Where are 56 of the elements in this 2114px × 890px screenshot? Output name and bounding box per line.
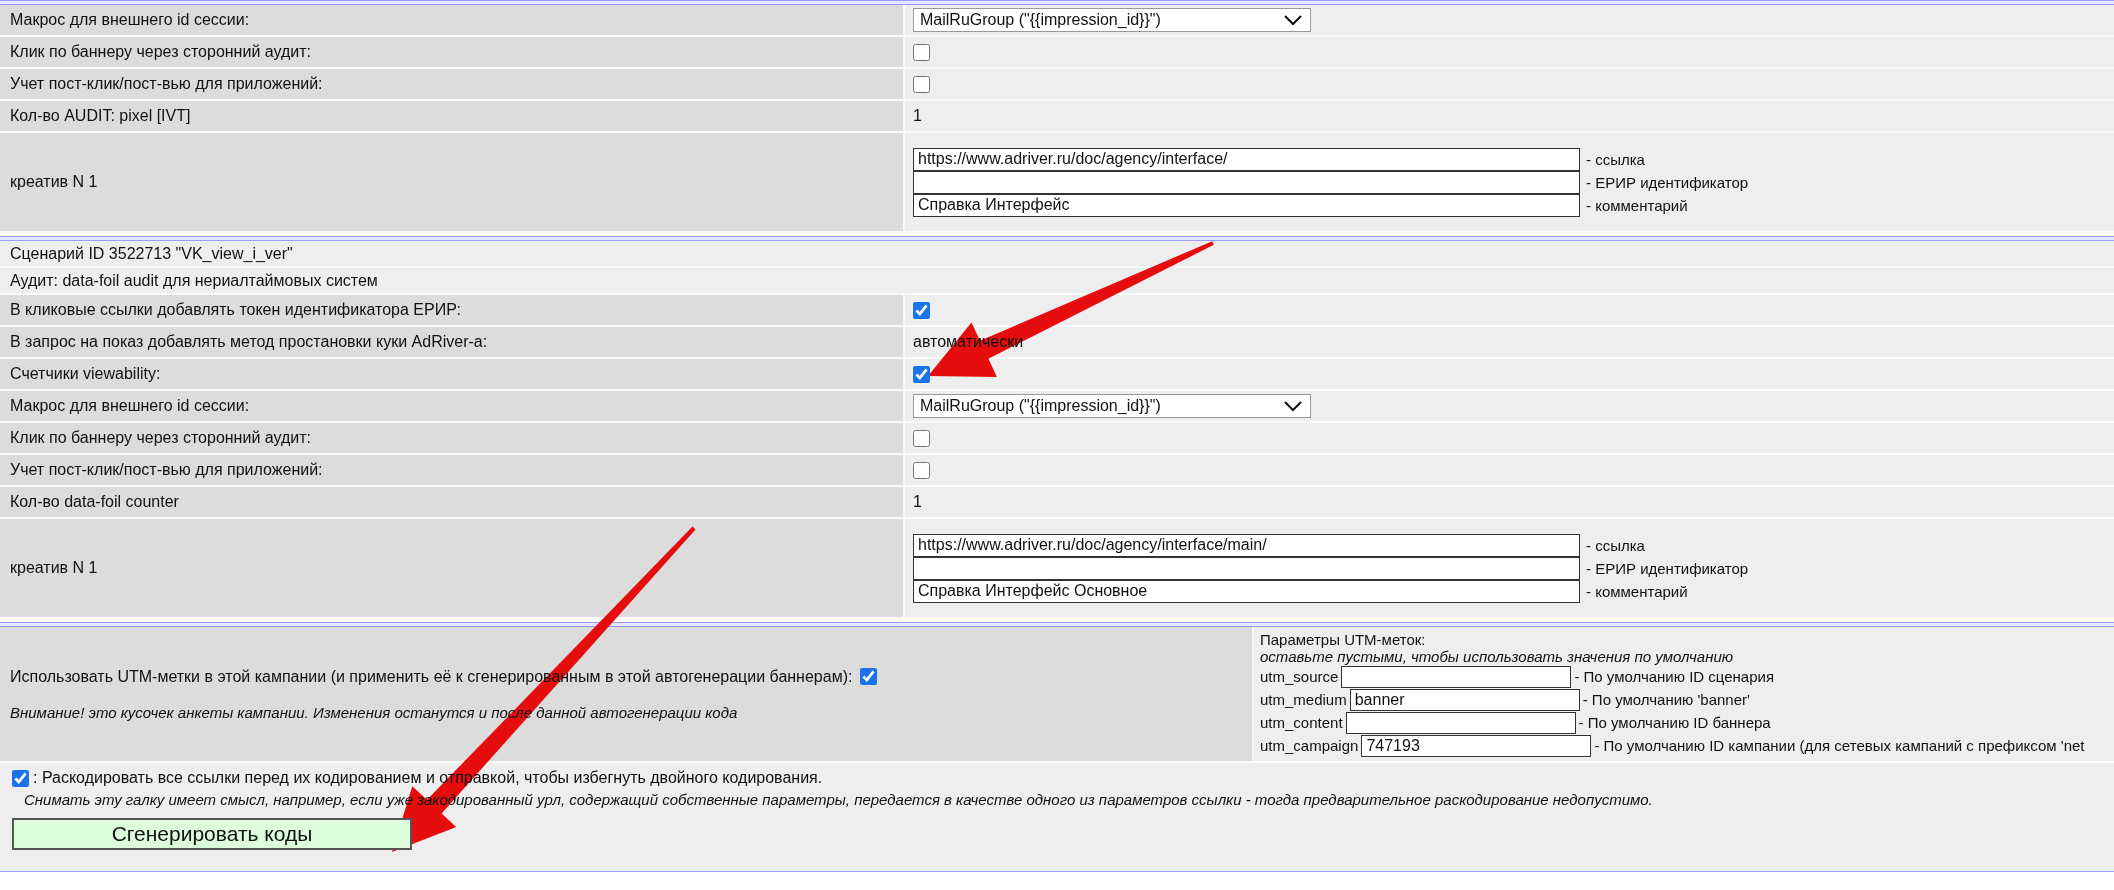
checkbox[interactable] bbox=[860, 668, 878, 685]
param-hint: - По умолчанию 'banner' bbox=[1582, 691, 1750, 708]
field-label: креатив N 1 bbox=[10, 173, 98, 191]
checkbox[interactable] bbox=[913, 301, 930, 319]
field-label: Клик по баннеру через сторонний аудит: bbox=[10, 429, 311, 447]
scenario-title: Сценарий ID 3522713 "VK_view_i_ver" bbox=[10, 244, 293, 263]
field-caption: - ссылка bbox=[1585, 536, 1646, 554]
utm-params-hint: оставьте пустыми, чтобы использовать значения по умолчанию bbox=[1260, 648, 1734, 665]
field-label: Учет пост-клик/пост-вью для приложений: bbox=[10, 75, 323, 93]
field-caption: - комментарий bbox=[1585, 196, 1689, 214]
param-name: utm_campaign bbox=[1260, 737, 1359, 754]
field-label: Клик по баннеру через сторонний аудит: bbox=[10, 43, 311, 61]
field-caption: - ссылка bbox=[1585, 150, 1646, 168]
field-label: Учет пост-клик/пост-вью для приложений: bbox=[10, 461, 323, 479]
checkbox[interactable] bbox=[913, 429, 930, 447]
field-label: В кликовые ссылки добавлять токен идентификатора ЕРИР: bbox=[10, 301, 461, 319]
param-hint: - По умолчанию ID сценария bbox=[1574, 668, 1775, 685]
text-input[interactable] bbox=[913, 556, 1580, 580]
param-name: utm_source bbox=[1260, 668, 1339, 685]
text-input[interactable]: Справка Интерфейс bbox=[913, 193, 1580, 217]
field-label: В запрос на показ добавлять метод простановки куки AdRiver-а: bbox=[10, 333, 488, 351]
param-name: utm_medium bbox=[1260, 691, 1347, 708]
param-name: utm_content bbox=[1260, 714, 1343, 731]
field-label: Макрос для внешнего id сессии: bbox=[10, 11, 250, 29]
generate-codes-button[interactable]: Сгенерировать коды bbox=[12, 818, 412, 850]
field-label: Счетчики viewability: bbox=[10, 365, 161, 383]
field-label: Макрос для внешнего id сессии: bbox=[10, 397, 250, 415]
checkbox[interactable] bbox=[913, 75, 930, 93]
field-caption: - комментарий bbox=[1585, 582, 1689, 600]
utm-params-title: Параметры UTM-меток: bbox=[1260, 631, 1427, 648]
chevron-icon bbox=[1282, 399, 1304, 413]
checkbox[interactable] bbox=[913, 461, 930, 479]
field-label: Кол-во data-foil counter bbox=[10, 493, 179, 511]
text-input[interactable] bbox=[1341, 665, 1572, 688]
field-label: Кол-во AUDIT: pixel [IVT] bbox=[10, 107, 191, 125]
checkbox[interactable] bbox=[12, 769, 29, 787]
param-hint: - По умолчанию ID кампании (для сетевых кампаний с префиксом 'net bbox=[1594, 737, 2085, 754]
text-input[interactable]: 747193 bbox=[1361, 734, 1592, 757]
field-value: 1 bbox=[913, 493, 922, 511]
text-input[interactable]: Справка Интерфейс Основное bbox=[913, 579, 1580, 603]
chevron-icon bbox=[1282, 13, 1304, 27]
checkbox[interactable] bbox=[913, 43, 930, 61]
field-caption: - ЕРИР идентификатор bbox=[1585, 559, 1749, 577]
param-hint: - По умолчанию ID баннера bbox=[1578, 714, 1771, 731]
field-label: креатив N 1 bbox=[10, 559, 98, 577]
text-input[interactable]: https://www.adriver.ru/doc/agency/interface/main/ bbox=[913, 533, 1580, 557]
session-macro-select[interactable]: MailRuGroup ("{{impression_id}}") bbox=[913, 394, 1311, 418]
session-macro-select[interactable]: MailRuGroup ("{{impression_id}}") bbox=[913, 8, 1311, 32]
text-input[interactable]: https://www.adriver.ru/doc/agency/interface/ bbox=[913, 147, 1580, 171]
audit-title: Аудит: data-foil audit для нериалтаймовых систем bbox=[10, 271, 378, 290]
field-value: 1 bbox=[913, 107, 922, 125]
text-input[interactable]: banner bbox=[1349, 688, 1580, 711]
text-input[interactable] bbox=[1345, 711, 1576, 734]
text-input[interactable] bbox=[913, 170, 1580, 194]
field-caption: - ЕРИР идентификатор bbox=[1585, 173, 1749, 191]
checkbox[interactable] bbox=[913, 365, 930, 383]
